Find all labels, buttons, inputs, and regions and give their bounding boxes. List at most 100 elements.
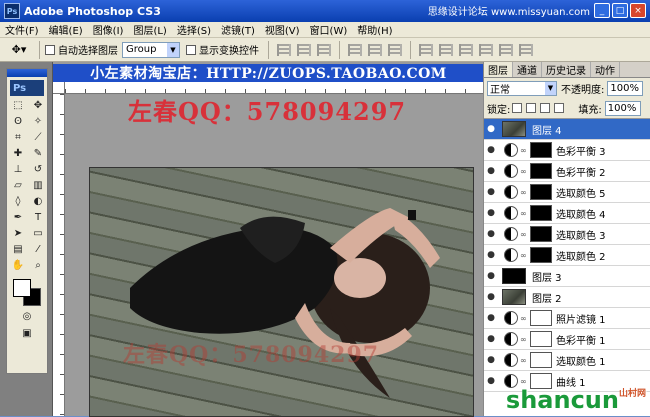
opacity-field[interactable]: 100% <box>607 80 644 96</box>
shape-tool-icon[interactable]: ▭ <box>29 226 47 241</box>
menu-select[interactable]: 选择(S) <box>172 22 216 37</box>
path-selection-tool-icon[interactable]: ➤ <box>9 226 27 241</box>
link-icon[interactable]: ∞ <box>520 209 528 218</box>
lock-pixels-icon[interactable] <box>526 103 537 113</box>
close-button[interactable]: × <box>630 3 646 18</box>
hand-tool-icon[interactable]: ✋ <box>9 258 27 273</box>
distribute-center-icon[interactable] <box>499 43 513 56</box>
slice-tool-icon[interactable]: ⟋ <box>29 130 47 145</box>
layer-mask-thumbnail[interactable] <box>530 163 552 179</box>
visibility-eye-icon[interactable]: ● <box>484 313 498 323</box>
photo-canvas[interactable] <box>89 167 474 417</box>
lock-position-icon[interactable] <box>540 103 551 113</box>
link-icon[interactable]: ∞ <box>520 230 528 239</box>
layer-row[interactable]: ● ∞ 选取颜色 5 <box>484 182 650 203</box>
link-icon[interactable]: ∞ <box>520 356 528 365</box>
foreground-color-swatch[interactable] <box>13 279 31 297</box>
pen-tool-icon[interactable]: ✒ <box>9 210 27 225</box>
link-icon[interactable]: ∞ <box>520 188 528 197</box>
visibility-eye-icon[interactable]: ● <box>484 166 498 176</box>
tab-history[interactable]: 历史记录 <box>542 62 591 77</box>
menu-filter[interactable]: 滤镜(T) <box>216 22 260 37</box>
visibility-eye-icon[interactable]: ● <box>484 208 498 218</box>
layer-row[interactable]: ● ∞ 照片滤镜 1 <box>484 308 650 329</box>
tab-channels[interactable]: 通道 <box>513 62 542 77</box>
menu-layer[interactable]: 图层(L) <box>128 22 171 37</box>
maximize-button[interactable]: □ <box>612 3 628 18</box>
distribute-top-icon[interactable] <box>419 43 433 56</box>
link-icon[interactable]: ∞ <box>520 314 528 323</box>
gradient-tool-icon[interactable]: ▥ <box>29 178 47 193</box>
distribute-middle-icon[interactable] <box>439 43 453 56</box>
dodge-tool-icon[interactable]: ◐ <box>29 194 47 209</box>
visibility-eye-icon[interactable]: ● <box>484 250 498 260</box>
layer-thumbnail[interactable] <box>502 268 526 284</box>
clone-stamp-tool-icon[interactable]: ⊥ <box>9 162 27 177</box>
link-icon[interactable]: ∞ <box>520 377 528 386</box>
zoom-tool-icon[interactable]: ⌕ <box>29 258 47 273</box>
layer-row[interactable]: ● 图层 3 <box>484 266 650 287</box>
layer-mask-thumbnail[interactable] <box>530 247 552 263</box>
menu-image[interactable]: 图像(I) <box>88 22 129 37</box>
minimize-button[interactable]: _ <box>594 3 610 18</box>
visibility-eye-icon[interactable]: ● <box>484 145 498 155</box>
visibility-eye-icon[interactable]: ● <box>484 355 498 365</box>
layer-thumbnail[interactable] <box>502 289 526 305</box>
blur-tool-icon[interactable]: ◊ <box>9 194 27 209</box>
layer-mask-thumbnail[interactable] <box>530 352 552 368</box>
align-left-icon[interactable] <box>348 43 362 56</box>
eyedropper-tool-icon[interactable]: ⁄ <box>29 242 47 257</box>
visibility-eye-icon[interactable]: ● <box>484 229 498 239</box>
menu-file[interactable]: 文件(F) <box>0 22 44 37</box>
blend-mode-dropdown[interactable]: 正常 ▼ <box>487 80 557 96</box>
visibility-eye-icon[interactable]: ● <box>484 376 498 386</box>
tools-panel-header[interactable] <box>7 69 47 77</box>
tab-layers[interactable]: 图层 <box>484 62 513 77</box>
align-center-icon[interactable] <box>368 43 382 56</box>
link-icon[interactable]: ∞ <box>520 146 528 155</box>
show-transform-checkbox[interactable] <box>186 44 196 55</box>
tab-actions[interactable]: 动作 <box>591 62 620 77</box>
quick-mask-icon[interactable]: ◎ <box>18 309 36 324</box>
layer-mask-thumbnail[interactable] <box>530 205 552 221</box>
layer-row[interactable]: ● 图层 4 <box>484 119 650 140</box>
lock-all-icon[interactable] <box>554 103 565 113</box>
menu-help[interactable]: 帮助(H) <box>352 22 397 37</box>
history-brush-tool-icon[interactable]: ↺ <box>29 162 47 177</box>
align-bottom-icon[interactable] <box>317 43 331 56</box>
layer-mask-thumbnail[interactable] <box>530 226 552 242</box>
layer-mask-thumbnail[interactable] <box>530 331 552 347</box>
menu-view[interactable]: 视图(V) <box>260 22 305 37</box>
layer-mask-thumbnail[interactable] <box>530 310 552 326</box>
layer-row[interactable]: ● ∞ 选取颜色 4 <box>484 203 650 224</box>
type-tool-icon[interactable]: T <box>29 210 47 225</box>
align-right-icon[interactable] <box>388 43 402 56</box>
visibility-eye-icon[interactable]: ● <box>484 187 498 197</box>
layer-row[interactable]: ● ∞ 色彩平衡 3 <box>484 140 650 161</box>
distribute-bottom-icon[interactable] <box>459 43 473 56</box>
layer-row[interactable]: ● ∞ 色彩平衡 1 <box>484 329 650 350</box>
auto-select-dropdown[interactable]: Group ▼ <box>122 41 180 58</box>
visibility-eye-icon[interactable]: ● <box>484 292 498 302</box>
notes-tool-icon[interactable]: ▤ <box>9 242 27 257</box>
magic-wand-tool-icon[interactable]: ✧ <box>29 114 47 129</box>
layer-row[interactable]: ● ∞ 选取颜色 1 <box>484 350 650 371</box>
align-top-icon[interactable] <box>277 43 291 56</box>
layer-row[interactable]: ● ∞ 选取颜色 2 <box>484 245 650 266</box>
visibility-eye-icon[interactable]: ● <box>484 334 498 344</box>
ps-logo[interactable]: Ps <box>10 80 44 96</box>
lock-transparency-icon[interactable] <box>512 103 523 113</box>
lasso-tool-icon[interactable]: ʘ <box>9 114 27 129</box>
move-tool-icon[interactable]: ✥▾ <box>4 41 34 59</box>
marquee-tool-icon[interactable]: ⬚ <box>9 98 27 113</box>
align-middle-icon[interactable] <box>297 43 311 56</box>
layer-row[interactable]: ● ∞ 选取颜色 3 <box>484 224 650 245</box>
menu-window[interactable]: 窗口(W) <box>305 22 353 37</box>
link-icon[interactable]: ∞ <box>520 335 528 344</box>
visibility-eye-icon[interactable]: ● <box>484 271 498 281</box>
link-icon[interactable]: ∞ <box>520 167 528 176</box>
layer-mask-thumbnail[interactable] <box>530 184 552 200</box>
healing-brush-tool-icon[interactable]: ✚ <box>9 146 27 161</box>
brush-tool-icon[interactable]: ✎ <box>29 146 47 161</box>
fill-field[interactable]: 100% <box>604 100 641 116</box>
